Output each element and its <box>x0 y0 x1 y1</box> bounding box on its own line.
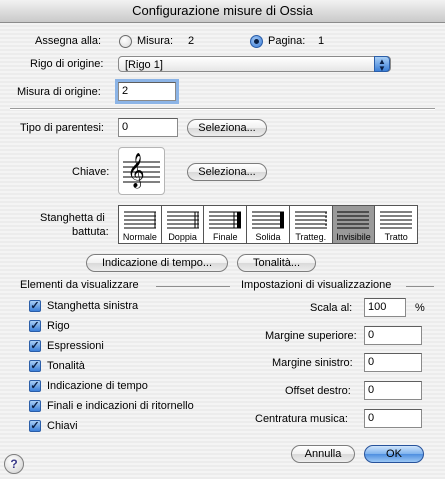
window-title-bar[interactable]: Configurazione misure di Ossia <box>0 0 445 23</box>
assign-page-radio[interactable] <box>250 35 263 48</box>
right-offset-label: Offset destro: <box>285 385 351 397</box>
checkbox-endings-repeats[interactable]: ✓ <box>29 400 41 412</box>
checkbox-clefs-label: Chiavi <box>47 420 78 432</box>
bracket-field[interactable]: 0 <box>118 118 178 137</box>
barline-solid[interactable]: Solida <box>247 206 290 243</box>
time-signature-button[interactable]: Indicazione di tempo... <box>86 254 228 272</box>
barline-solid-icon <box>252 211 285 229</box>
barline-normal-icon <box>123 211 156 229</box>
checkbox-left-barline-label: Stanghetta sinistra <box>47 300 139 312</box>
top-margin-label: Margine superiore: <box>265 330 357 342</box>
checkbox-left-barline[interactable]: ✓ <box>29 300 41 312</box>
right-offset-field[interactable]: 0 <box>364 381 422 400</box>
origin-measure-field[interactable]: 2 <box>115 79 179 104</box>
origin-staff-popup[interactable]: [Rigo 1] ▲ ▼ <box>118 56 391 73</box>
left-margin-label: Margine sinistro: <box>272 357 353 369</box>
checkbox-endings-repeats-label: Finali e indicazioni di ritornello <box>47 400 194 412</box>
top-margin-field[interactable]: 0 <box>364 326 422 345</box>
centering-field[interactable]: 0 <box>364 409 422 428</box>
clef-preview: 𝄞 <box>118 147 165 195</box>
barline-final-label: Finale <box>213 232 238 242</box>
checkbox-time-signature-label: Indicazione di tempo <box>47 380 148 392</box>
barline-final[interactable]: Finale <box>204 206 248 243</box>
barline-invisible[interactable]: Invisibile <box>332 206 376 243</box>
barline-tick[interactable]: Tratto <box>375 206 417 243</box>
scale-label: Scala al: <box>310 302 353 314</box>
checkbox-staff[interactable]: ✓ <box>29 320 41 332</box>
elements-group-line <box>156 286 230 287</box>
barline-tick-icon <box>380 211 413 229</box>
barline-double[interactable]: Doppia <box>162 206 205 243</box>
checkbox-key-signature-label: Tonalità <box>47 360 85 372</box>
separator <box>10 108 435 110</box>
checkbox-expressions-label: Espressioni <box>47 340 104 352</box>
origin-measure-label: Misura di origine: <box>17 86 101 98</box>
origin-staff-label: Rigo di origine: <box>30 58 104 70</box>
treble-clef-icon: 𝄞 <box>127 153 145 188</box>
left-margin-field[interactable]: 0 <box>364 353 422 372</box>
barline-dashed-label: Tratteg. <box>295 232 327 242</box>
barline-invisible-label: Invisibile <box>336 232 371 242</box>
clef-label: Chiave: <box>72 166 110 178</box>
barline-label-line1: Stanghetta di <box>40 212 105 224</box>
barline-normal-label: Normale <box>122 232 157 242</box>
barline-double-icon <box>166 211 199 229</box>
barline-tick-label: Tratto <box>384 232 408 242</box>
checkbox-expressions[interactable]: ✓ <box>29 340 41 352</box>
barline-dashed-icon <box>294 211 327 229</box>
barline-double-label: Doppia <box>168 232 197 242</box>
cancel-button[interactable]: Annulla <box>291 445 355 463</box>
help-button[interactable]: ? <box>4 454 24 474</box>
barline-invisible-icon <box>337 211 370 229</box>
scale-field[interactable]: 100 <box>364 298 406 317</box>
checkbox-staff-label: Rigo <box>47 320 70 332</box>
barline-dashed[interactable]: Tratteg. <box>290 206 333 243</box>
bracket-label: Tipo di parentesi: <box>20 122 104 134</box>
window-title: Configurazione misure di Ossia <box>132 3 313 18</box>
checkbox-clefs[interactable]: ✓ <box>29 420 41 432</box>
popup-arrows-icon: ▲ ▼ <box>374 56 390 73</box>
assign-measure-label: Misura: <box>137 35 174 47</box>
barline-selector: Normale Doppia Finale Solida Tratteg. In… <box>118 205 418 244</box>
checkbox-key-signature[interactable]: ✓ <box>29 360 41 372</box>
scale-unit: % <box>415 302 425 314</box>
display-group-title: Impostazioni di visualizzazione <box>241 279 392 291</box>
clef-select-button[interactable]: Seleziona... <box>187 163 267 181</box>
barline-normal[interactable]: Normale <box>119 206 162 243</box>
assign-page-value: 1 <box>318 35 325 47</box>
display-group-line <box>406 286 434 287</box>
barline-final-icon <box>209 211 242 229</box>
centering-label: Centratura musica: <box>255 413 348 425</box>
key-signature-button[interactable]: Tonalità... <box>237 254 316 272</box>
assign-page-label: Pagina: <box>268 35 306 47</box>
assign-measure-radio[interactable] <box>119 35 132 48</box>
assign-measure-value: 2 <box>188 35 195 47</box>
barline-label-line2: battuta: <box>72 226 109 238</box>
elements-group-title: Elementi da visualizzare <box>20 279 139 291</box>
origin-staff-value: [Rigo 1] <box>125 59 163 71</box>
assign-label: Assegna alla: <box>35 35 102 47</box>
ok-button[interactable]: OK <box>364 445 424 463</box>
barline-solid-label: Solida <box>255 232 281 242</box>
checkbox-time-signature[interactable]: ✓ <box>29 380 41 392</box>
bracket-select-button[interactable]: Seleziona... <box>187 119 267 137</box>
